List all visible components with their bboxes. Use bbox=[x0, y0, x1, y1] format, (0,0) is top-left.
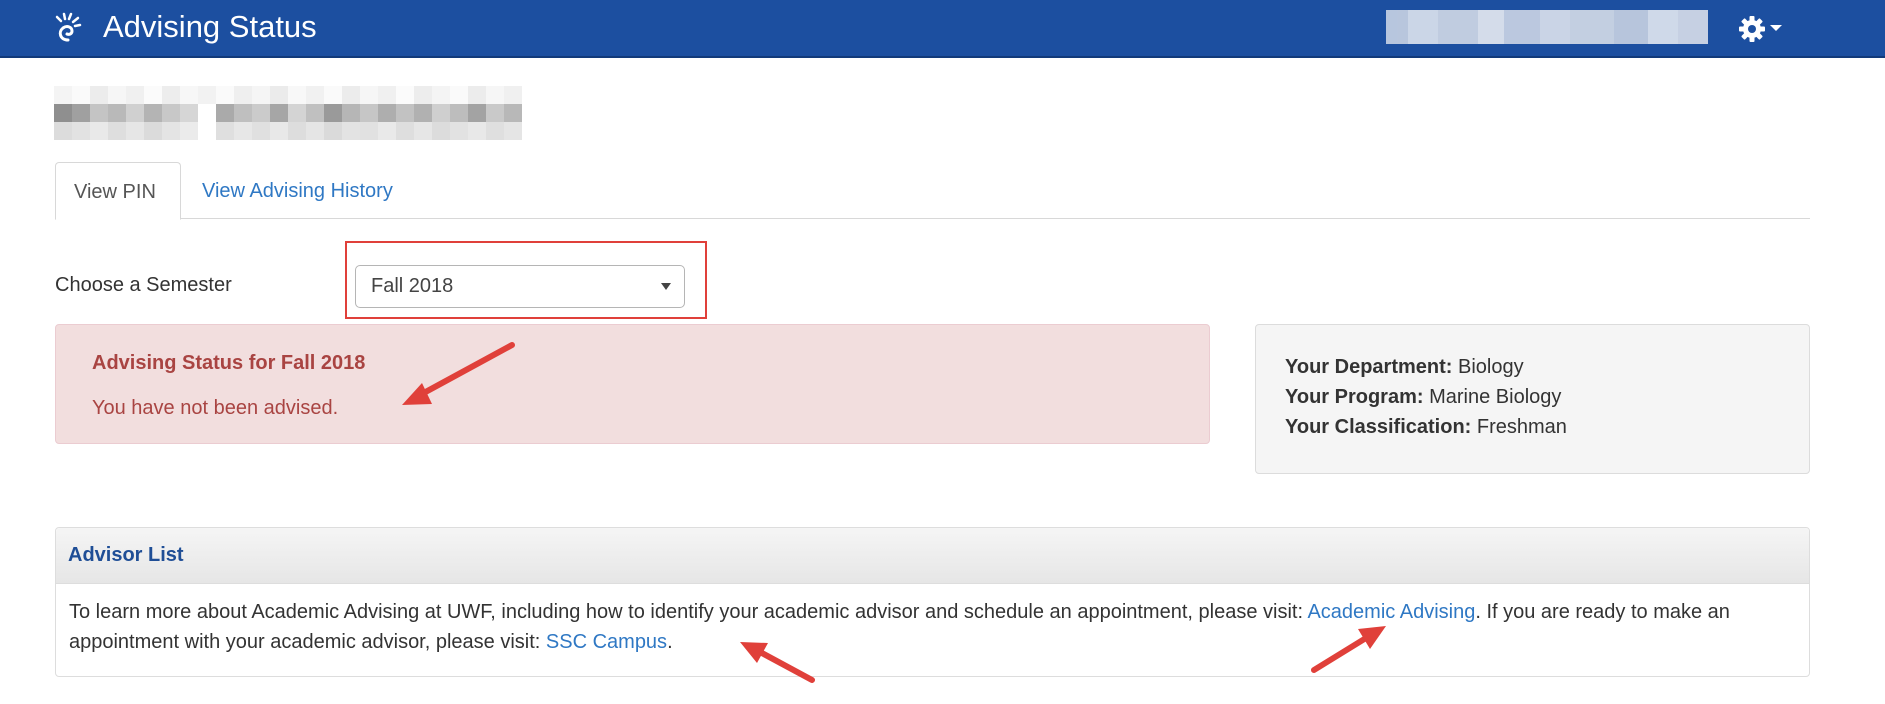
top-navbar: Advising Status bbox=[0, 0, 1885, 58]
program-value: Marine Biology bbox=[1429, 386, 1562, 408]
panel-text-3: . bbox=[667, 631, 673, 653]
panel-heading: Advisor List bbox=[56, 528, 1809, 584]
program-label: Your Program: bbox=[1285, 386, 1424, 408]
department-row: Your Department: Biology bbox=[1285, 356, 1524, 379]
app-title: Advising Status bbox=[103, 9, 317, 44]
semester-selected-value: Fall 2018 bbox=[371, 275, 454, 297]
user-name-redacted bbox=[1386, 10, 1708, 44]
ssc-campus-link[interactable]: SSC Campus bbox=[546, 631, 667, 653]
student-info-panel: Your Department: Biology Your Program: M… bbox=[1255, 324, 1810, 474]
classification-label: Your Classification: bbox=[1285, 416, 1472, 438]
advising-status-alert: Advising Status for Fall 2018 You have n… bbox=[55, 324, 1210, 444]
alert-title: Advising Status for Fall 2018 bbox=[92, 352, 366, 374]
advisor-list-panel: Advisor List To learn more about Academi… bbox=[55, 527, 1810, 677]
classification-value: Freshman bbox=[1476, 416, 1567, 438]
spiral-logo-icon bbox=[55, 12, 82, 42]
tab-bar: View PIN View Advising History bbox=[55, 162, 1810, 220]
program-row: Your Program: Marine Biology bbox=[1285, 386, 1561, 409]
tab-view-advising-history[interactable]: View Advising History bbox=[184, 162, 411, 220]
panel-text-1: To learn more about Academic Advising at… bbox=[69, 601, 1308, 623]
department-value: Biology bbox=[1457, 356, 1524, 378]
student-name-redacted bbox=[54, 86, 558, 140]
panel-title: Advisor List bbox=[68, 544, 184, 566]
dropdown-arrow-icon bbox=[661, 283, 671, 290]
academic-advising-link[interactable]: Academic Advising bbox=[1307, 601, 1475, 623]
panel-body: To learn more about Academic Advising at… bbox=[69, 597, 1794, 657]
alert-message: You have not been advised. bbox=[92, 397, 339, 419]
settings-menu-button[interactable] bbox=[1738, 12, 1788, 46]
gear-icon bbox=[1739, 16, 1765, 42]
semester-select[interactable]: Fall 2018 bbox=[355, 265, 685, 308]
chevron-down-icon bbox=[1770, 25, 1782, 31]
semester-label: Choose a Semester bbox=[55, 274, 232, 296]
classification-row: Your Classification: Freshman bbox=[1285, 416, 1567, 439]
department-label: Your Department: bbox=[1285, 356, 1453, 378]
tab-view-pin[interactable]: View PIN bbox=[55, 162, 181, 220]
